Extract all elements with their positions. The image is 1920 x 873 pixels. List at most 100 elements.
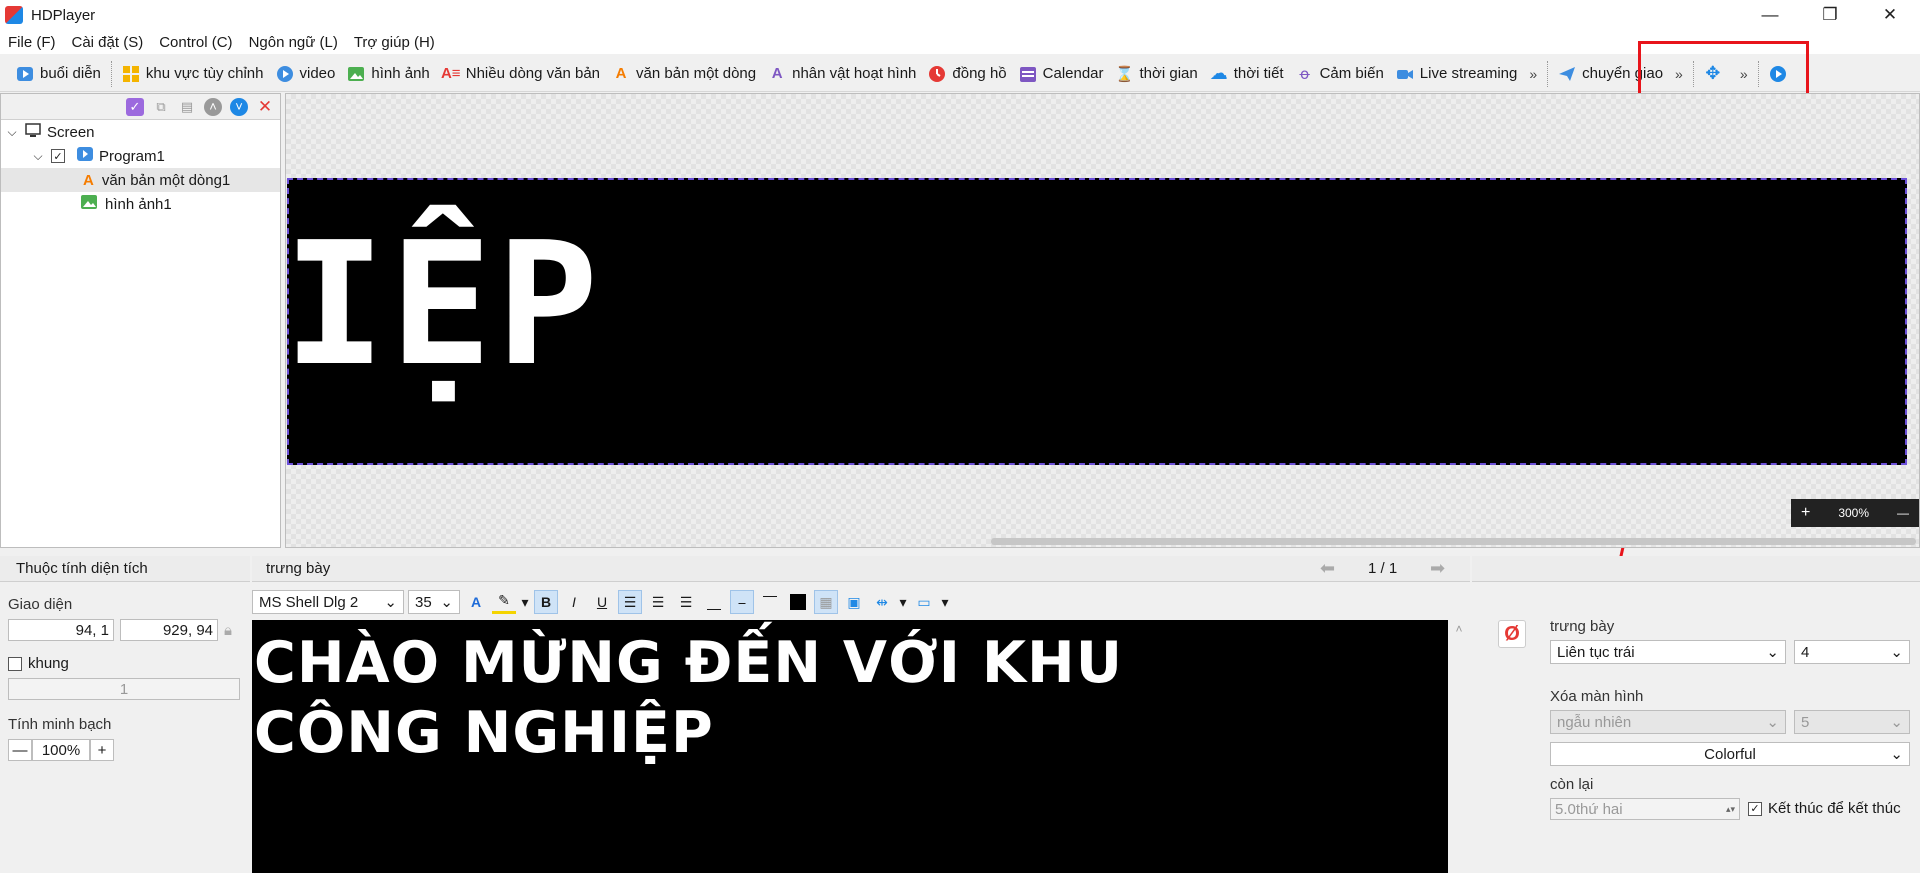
frame-icon[interactable]: ▣ [842,590,866,614]
text-content-editor[interactable]: CHÀO MỪNG ĐẾN VỚI KHU CÔNG NGHIỆP [252,620,1448,873]
calendar-icon [1019,65,1037,83]
menu-control[interactable]: Control (C) [151,34,240,51]
menu-settings[interactable]: Cài đặt (S) [64,34,152,51]
editor-vertical-scrollbar[interactable]: ˄ [1450,620,1468,873]
time-button[interactable]: ⌛ thời gian [1110,59,1204,89]
frame-checkbox[interactable] [8,656,22,671]
spin-arrows-icon[interactable]: ▴▾ [1726,804,1735,815]
paste-icon[interactable]: ▤ [178,98,196,116]
program-button[interactable]: buổi diễn [10,59,107,89]
tree-node-single-line-text[interactable]: A văn bản một dòng1 [1,168,280,192]
chevron-down-icon[interactable]: ▾ [520,590,530,614]
app-icon [5,6,23,24]
clock-icon [928,65,946,83]
zoom-out-button[interactable]: — [1897,506,1909,520]
valign-bottom-button[interactable]: ⎽ [702,590,726,614]
spacing-icon[interactable]: ⇹ [870,590,894,614]
multiline-text-icon: A≡ [440,65,461,82]
transfer-button[interactable]: chuyển giao [1552,59,1669,89]
transparency-decrease-button[interactable]: — [8,739,32,761]
close-button[interactable]: ✕ [1860,0,1920,30]
end-to-end-option[interactable]: ✓ Kết thúc để kết thúc [1748,800,1901,817]
single-line-text-icon: A [83,171,94,189]
weather-button[interactable]: ☁ thời tiết [1204,59,1290,89]
align-left-button[interactable]: ☰ [618,590,642,614]
program-checkbox[interactable]: ✓ [51,149,65,163]
display-speed-select[interactable]: 4 ⌄ [1794,640,1910,664]
font-family-select[interactable]: MS Shell Dlg 2 ⌄ [252,590,404,614]
image-button[interactable]: hình ảnh [341,59,435,89]
background-color-icon[interactable]: ▦ [814,590,838,614]
valign-middle-button[interactable]: ⎯ [730,590,754,614]
color-mode-select[interactable]: Colorful ⌄ [1550,742,1910,766]
copy-icon[interactable]: ⧉ [152,98,170,116]
transparency-increase-button[interactable]: + [90,739,114,761]
delete-icon[interactable]: ✕ [256,97,274,116]
prev-page-arrow-icon[interactable]: ⬅ [1320,558,1335,579]
chevron-down-icon[interactable]: ▾ [940,590,950,614]
toolbar-overflow-button-2[interactable]: » [1669,66,1689,82]
toolbar-overflow-button-3[interactable]: » [1734,66,1754,82]
no-effect-icon[interactable]: Ø [1498,620,1526,648]
align-center-button[interactable]: ☰ [646,590,670,614]
chevron-down-icon[interactable]: ▾ [898,590,908,614]
bold-button[interactable]: B [534,590,558,614]
move-up-icon[interactable]: ˄ [204,97,222,116]
animated-character-button[interactable]: A nhân vật hoạt hình [762,59,922,89]
minimize-button[interactable]: — [1740,0,1800,30]
led-display-preview[interactable]: NIỆP [287,178,1907,465]
align-right-button[interactable]: ☰ [674,590,698,614]
sensor-button[interactable]: ꝋ Cảm biến [1290,59,1390,89]
design-canvas[interactable]: NIỆP + 300% — [285,93,1920,548]
underline-button[interactable]: U [590,590,614,614]
chevron-down-icon[interactable]: ⌵ [31,149,45,164]
single-line-text-button[interactable]: A văn bản một dòng [606,59,762,89]
move-button[interactable]: ✥ [1698,59,1734,89]
canvas-horizontal-scrollbar[interactable] [991,538,1916,545]
move-down-icon[interactable]: ˅ [230,97,248,116]
lock-icon[interactable]: 🔒︎ [224,622,232,639]
maximize-button[interactable]: ❐ [1800,0,1860,30]
transparency-input[interactable]: 100% [32,739,90,761]
play-button[interactable] [1763,59,1799,89]
text-color-swatch[interactable] [786,590,810,614]
end-to-end-checkbox[interactable]: ✓ [1748,801,1762,816]
tree-node-program[interactable]: ⌵ ✓ Program1 [1,144,280,168]
monitor-icon [25,123,41,141]
select-all-icon[interactable]: ✓ [126,97,144,116]
transparency-label: Tính minh bạch [8,716,112,733]
table-icon[interactable]: ▭ [912,590,936,614]
tree-node-image[interactable]: hình ảnh1 [1,192,280,216]
remaining-time-spinbox[interactable]: 5.0thứ hai ▴▾ [1550,798,1740,820]
position-field[interactable]: 94, 1 [8,619,114,641]
custom-area-button[interactable]: khu vực tùy chỉnh [116,59,270,89]
calendar-button[interactable]: Calendar [1013,59,1110,89]
live-streaming-button[interactable]: Live streaming [1390,59,1524,89]
highlight-color-icon[interactable]: ✎ [492,590,516,614]
toolbar-separator [1757,60,1759,87]
menu-file[interactable]: File (F) [0,34,64,51]
clear-screen-label: Xóa màn hình [1550,688,1644,705]
valign-top-button[interactable]: ⎺ [758,590,782,614]
display-effect-select[interactable]: Liên tục trái ⌄ [1550,640,1786,664]
clock-button[interactable]: đồng hồ [922,59,1012,89]
multiline-text-button[interactable]: A≡ Nhiều dòng văn bản [436,59,606,89]
image-icon [347,65,365,83]
clear-screen-select[interactable]: ngẫu nhiên ⌄ [1550,710,1786,734]
menu-help[interactable]: Trợ giúp (H) [346,34,443,51]
italic-button[interactable]: I [562,590,586,614]
clear-speed-select[interactable]: 5 ⌄ [1794,710,1910,734]
toolbar-overflow-button[interactable]: » [1523,66,1543,82]
size-field[interactable]: 929, 94 [120,619,218,641]
chevron-down-icon[interactable]: ⌵ [5,125,19,140]
next-page-arrow-icon[interactable]: ➡ [1430,558,1445,579]
menu-language[interactable]: Ngôn ngữ (L) [241,34,346,51]
font-size-select[interactable]: 35 ⌄ [408,590,460,614]
video-button[interactable]: video [270,59,342,89]
tree-node-screen[interactable]: ⌵ Screen [1,120,280,144]
zoom-in-button[interactable]: + [1801,504,1810,522]
move-arrows-icon: ✥ [1705,63,1721,83]
scroll-up-icon[interactable]: ˄ [1450,622,1468,636]
frame-select[interactable]: 1 [8,678,240,700]
text-effect-icon[interactable]: A [464,590,488,614]
